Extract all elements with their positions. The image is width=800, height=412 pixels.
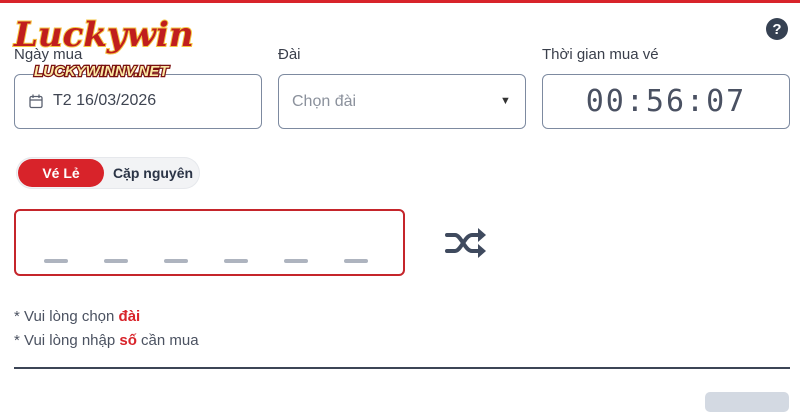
digit-slot[interactable] (284, 259, 308, 263)
message-text: * Vui lòng nhập (14, 332, 120, 349)
station-label: Đài (278, 46, 301, 63)
message-text: * Vui lòng chọn (14, 308, 119, 325)
digit-slot[interactable] (344, 259, 368, 263)
logo-wordmark: Luckywin (13, 15, 194, 55)
help-icon[interactable]: ? (766, 18, 788, 40)
timer-display: 00:56:07 (542, 74, 790, 129)
help-label: ? (772, 20, 782, 38)
timer-value: 00:56:07 (585, 84, 747, 119)
date-field[interactable]: T2 16/03/2026 (14, 74, 262, 129)
ticket-type-toggle: Vé Lẻ Cặp nguyên (16, 157, 200, 189)
message-text: cần mua (136, 332, 199, 349)
tab-ve-le[interactable]: Vé Lẻ (18, 159, 104, 187)
caret-down-icon: ▼ (500, 95, 511, 107)
date-value: T2 16/03/2026 (53, 92, 157, 109)
digit-slot[interactable] (104, 259, 128, 263)
station-placeholder: Chọn đài (292, 93, 357, 110)
message-highlight: đài (118, 308, 141, 325)
calendar-icon (29, 94, 43, 109)
message-highlight: số (119, 332, 137, 349)
timer-label: Thời gian mua vé (542, 46, 659, 63)
digit-slot[interactable] (224, 259, 248, 263)
brand-logo: Luckywin LUCKYWINNV.NET (12, 14, 195, 80)
message-select-station: * Vui lòng chọn đài (14, 308, 140, 325)
divider (14, 367, 790, 369)
tab-cap-nguyen[interactable]: Cặp nguyên (108, 159, 198, 187)
message-enter-number: * Vui lòng nhập số cần mua (14, 332, 199, 349)
logo-domain: LUCKYWINNV.NET (34, 63, 170, 80)
submit-button[interactable] (705, 392, 789, 412)
digit-slot[interactable] (164, 259, 188, 263)
top-accent-bar (0, 0, 800, 3)
shuffle-icon[interactable] (444, 226, 488, 260)
number-input[interactable] (14, 209, 405, 276)
station-select[interactable]: Chọn đài ▼ (278, 74, 526, 129)
digit-slot[interactable] (44, 259, 68, 263)
